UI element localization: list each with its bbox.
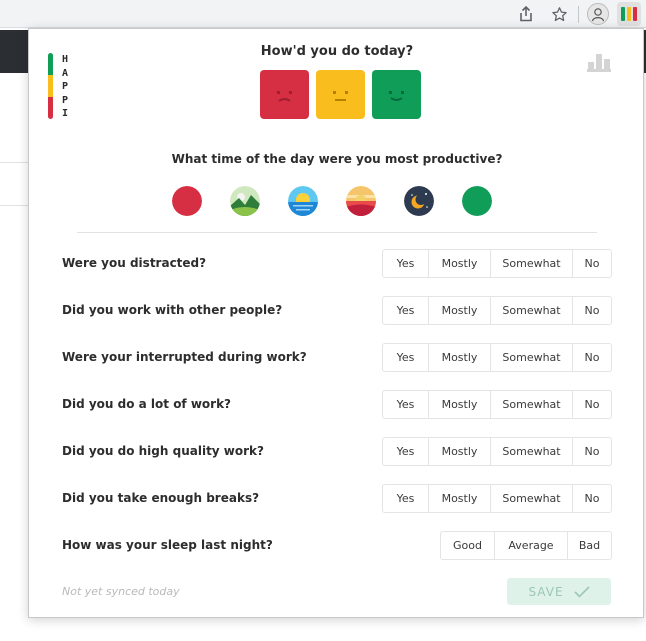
option-good-button[interactable]: Good — [441, 532, 494, 559]
option-somewhat-button[interactable]: Somewhat — [490, 438, 572, 465]
neutral-face-icon — [333, 91, 348, 101]
background-page-header — [0, 30, 28, 73]
mood-selector — [260, 70, 421, 119]
option-somewhat-button[interactable]: Somewhat — [490, 485, 572, 512]
logo-color-bar — [48, 53, 53, 119]
option-no-button[interactable]: No — [572, 438, 611, 465]
productive-time-question: What time of the day were you most produ… — [171, 152, 503, 166]
answer-options: Yes Mostly Somewhat No — [382, 296, 612, 325]
answer-options: Yes Mostly Somewhat No — [382, 249, 612, 278]
mood-neutral-button[interactable] — [316, 70, 365, 119]
question-label: Did you work with other people? — [62, 303, 283, 317]
sunrise-sea-icon — [288, 186, 318, 216]
option-somewhat-button[interactable]: Somewhat — [490, 391, 572, 418]
toolbar-separator — [578, 6, 579, 23]
sync-status: Not yet synced today — [62, 585, 180, 598]
option-mostly-button[interactable]: Mostly — [428, 438, 490, 465]
logo-letter: A — [61, 67, 69, 79]
question-label: Did you take enough breaks? — [62, 491, 260, 505]
option-yes-button[interactable]: Yes — [383, 391, 428, 418]
answer-options: Yes Mostly Somewhat No — [382, 437, 612, 466]
mood-good-button[interactable] — [372, 70, 421, 119]
option-mostly-button[interactable]: Mostly — [428, 344, 490, 371]
save-button[interactable]: SAVE — [507, 578, 611, 605]
logo-letter: P — [61, 81, 69, 92]
question-row: Were your interrupted during work? Yes M… — [62, 343, 612, 372]
background-divider — [0, 205, 28, 206]
answer-options: Yes Mostly Somewhat No — [382, 484, 612, 513]
option-mostly-button[interactable]: Mostly — [428, 391, 490, 418]
profile-avatar-icon[interactable] — [587, 3, 609, 25]
option-no-button[interactable]: No — [572, 297, 611, 324]
share-icon[interactable] — [516, 4, 536, 24]
question-label: Did you do a lot of work? — [62, 397, 232, 411]
option-bad-button[interactable]: Bad — [567, 532, 611, 559]
option-mostly-button[interactable]: Mostly — [428, 250, 490, 277]
question-row: Did you take enough breaks? Yes Mostly S… — [62, 484, 612, 513]
sunset-icon — [346, 186, 376, 216]
happi-extension-icon[interactable] — [617, 2, 641, 26]
sad-face-icon — [277, 91, 292, 102]
option-somewhat-button[interactable]: Somewhat — [490, 344, 572, 371]
option-no-button[interactable]: No — [572, 344, 611, 371]
option-average-button[interactable]: Average — [494, 532, 567, 559]
mood-bad-button[interactable] — [260, 70, 309, 119]
time-morning-button[interactable] — [230, 186, 260, 216]
option-yes-button[interactable]: Yes — [383, 297, 428, 324]
option-yes-button[interactable]: Yes — [383, 485, 428, 512]
logo-letters: H A P P I — [60, 53, 70, 121]
time-midday-button[interactable] — [288, 186, 318, 216]
star-icon[interactable] — [549, 4, 569, 24]
time-night-button[interactable] — [404, 186, 434, 216]
logo-letter: I — [61, 108, 69, 119]
moon-icon — [404, 186, 434, 216]
answer-options: Good Average Bad — [440, 531, 612, 560]
time-of-day-selector — [172, 186, 492, 216]
save-label: SAVE — [528, 584, 564, 599]
question-label: How was your sleep last night? — [62, 538, 273, 552]
option-somewhat-button[interactable]: Somewhat — [490, 297, 572, 324]
time-early-morning-button[interactable] — [172, 186, 202, 216]
happy-face-icon — [389, 91, 404, 101]
landscape-icon — [230, 186, 260, 216]
checkmark-icon — [573, 585, 590, 598]
option-no-button[interactable]: No — [572, 250, 611, 277]
browser-toolbar — [0, 0, 646, 28]
question-label: Were your interrupted during work? — [62, 350, 307, 364]
question-row: Were you distracted? Yes Mostly Somewhat… — [62, 249, 612, 278]
answer-options: Yes Mostly Somewhat No — [382, 390, 612, 419]
section-divider — [77, 232, 597, 233]
question-row: Did you do high quality work? Yes Mostly… — [62, 437, 612, 466]
question-label: Were you distracted? — [62, 256, 207, 270]
happi-popup: H A P P I How'd you do today? What time … — [28, 28, 644, 618]
answer-options: Yes Mostly Somewhat No — [382, 343, 612, 372]
option-no-button[interactable]: No — [572, 485, 611, 512]
happi-logo: H A P P I — [48, 53, 70, 119]
option-no-button[interactable]: No — [572, 391, 611, 418]
red-dot-icon — [172, 186, 202, 216]
option-yes-button[interactable]: Yes — [383, 344, 428, 371]
logo-letter: P — [61, 94, 69, 106]
option-mostly-button[interactable]: Mostly — [428, 297, 490, 324]
option-yes-button[interactable]: Yes — [383, 250, 428, 277]
option-yes-button[interactable]: Yes — [383, 438, 428, 465]
time-evening-button[interactable] — [346, 186, 376, 216]
background-divider — [0, 162, 28, 163]
time-all-day-button[interactable] — [462, 186, 492, 216]
question-row: Did you do a lot of work? Yes Mostly Som… — [62, 390, 612, 419]
question-row: How was your sleep last night? Good Aver… — [62, 531, 612, 560]
question-row: Did you work with other people? Yes Most… — [62, 296, 612, 325]
green-dot-icon — [462, 186, 492, 216]
question-label: Did you do high quality work? — [62, 444, 264, 458]
option-mostly-button[interactable]: Mostly — [428, 485, 490, 512]
page-title: How'd you do today? — [260, 44, 414, 59]
option-somewhat-button[interactable]: Somewhat — [490, 250, 572, 277]
